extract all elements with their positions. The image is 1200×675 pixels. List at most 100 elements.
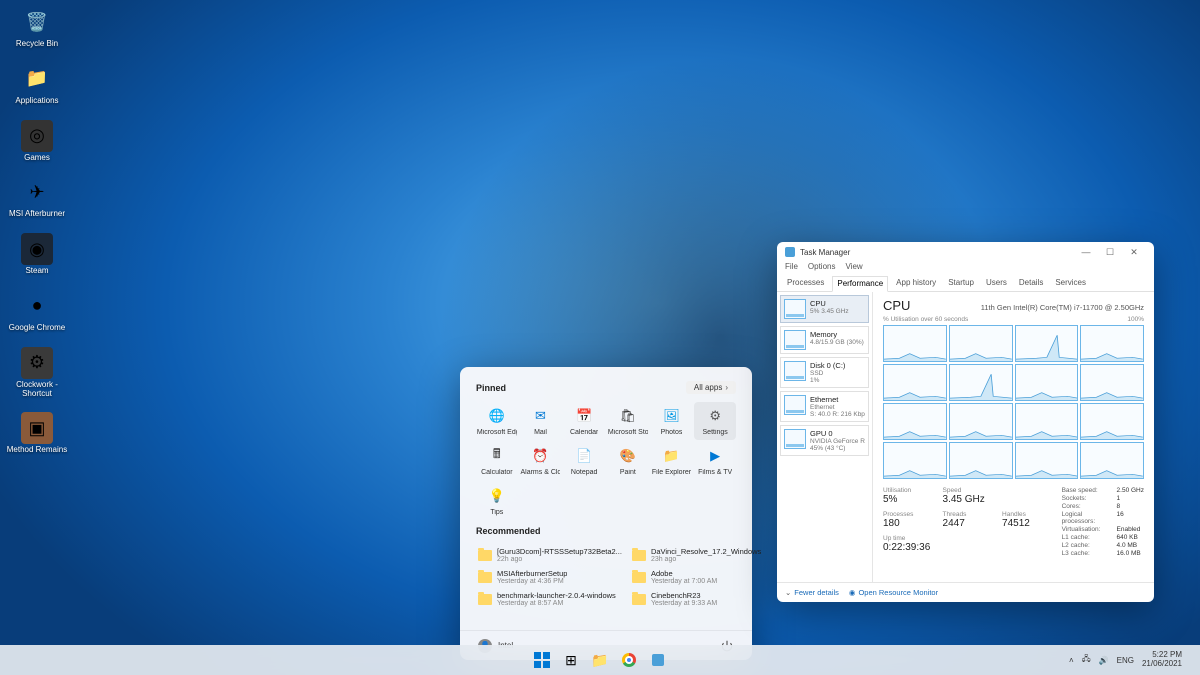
recommended-time: Yesterday at 9:33 AM	[651, 600, 717, 607]
pinned-app-file-explorer[interactable]: 📁File Explorer	[651, 442, 693, 480]
pinned-heading: Pinned	[476, 383, 506, 393]
perf-sidebar: CPU5% 3.45 GHz Memory4.8/15.9 GB (30%) Dis…	[777, 292, 873, 582]
core-graph-9	[949, 403, 1013, 440]
tab-startup[interactable]: Startup	[944, 276, 978, 291]
core-graph-5	[949, 364, 1013, 401]
tab-details[interactable]: Details	[1015, 276, 1047, 291]
menu-view[interactable]: View	[845, 262, 862, 276]
pinned-app-calculator[interactable]: 🖩Calculator	[476, 442, 518, 480]
tray-network-icon[interactable]: 🖧	[1082, 653, 1091, 667]
recommended-item-5[interactable]: CinebenchR23Yesterday at 9:33 AM	[630, 588, 763, 610]
pinned-app-label: Films & TV	[698, 469, 732, 476]
taskbar: ⊞ 📁 ˄ 🖧 🔊 ENG 5:22 PM 21/06/2021	[0, 645, 1200, 675]
all-apps-button[interactable]: All apps›	[686, 381, 736, 394]
taskbar-chrome[interactable]	[616, 647, 642, 673]
pinned-app-microsoft-edge[interactable]: 🌐Microsoft Edge	[476, 402, 518, 440]
pinned-app-paint[interactable]: 🎨Paint	[607, 442, 649, 480]
core-graph-1	[949, 325, 1013, 362]
tray-language[interactable]: ENG	[1117, 656, 1134, 665]
desktop-icon-1[interactable]: 📁Applications	[6, 63, 68, 106]
desktop-icon-6[interactable]: ⚙Clockwork - Shortcut	[6, 347, 68, 399]
menu-bar: File Options View	[777, 262, 1154, 276]
recommended-name: [Guru3Dcom]-RTSSSetup732Beta2...	[497, 547, 622, 556]
menu-file[interactable]: File	[785, 262, 798, 276]
core-graph-12	[883, 442, 947, 479]
folder-icon	[478, 572, 492, 583]
pinned-app-films-tv[interactable]: ▶Films & TV	[694, 442, 736, 480]
tray-clock[interactable]: 5:22 PM 21/06/2021	[1142, 651, 1182, 669]
menu-options[interactable]: Options	[808, 262, 836, 276]
folder-icon	[632, 594, 646, 605]
perf-side-cpu[interactable]: CPU5% 3.45 GHz	[780, 295, 869, 323]
start-button[interactable]	[529, 647, 555, 673]
pinned-app-calendar[interactable]: 📅Calendar	[563, 402, 605, 440]
taskbar-file-explorer[interactable]: 📁	[587, 647, 613, 673]
open-resource-monitor-link[interactable]: ◉ Open Resource Monitor	[849, 588, 938, 597]
tab-app-history[interactable]: App history	[892, 276, 940, 291]
pinned-app-microsoft-store[interactable]: 🛍Microsoft Store	[607, 402, 649, 440]
core-graph-13	[949, 442, 1013, 479]
recommended-time: Yesterday at 8:57 AM	[497, 600, 616, 607]
fewer-details-button[interactable]: ⌄ Fewer details	[785, 588, 839, 597]
mini-graph	[784, 429, 806, 449]
recommended-time: 23h ago	[651, 556, 761, 563]
pinned-app-tips[interactable]: 💡Tips	[476, 482, 518, 520]
perf-side-gpu-0[interactable]: GPU 0NVIDIA GeForce RTX ...45% (43 °C)	[780, 425, 869, 456]
core-graph-14	[1015, 442, 1079, 479]
desktop-icon-label: Applications	[15, 97, 58, 106]
tray-volume-icon[interactable]: 🔊	[1099, 656, 1109, 665]
recommended-item-3[interactable]: AdobeYesterday at 7:00 AM	[630, 566, 763, 588]
folder-icon	[478, 594, 492, 605]
desktop-icon-label: Recycle Bin	[16, 40, 58, 49]
pinned-app-notepad[interactable]: 📄Notepad	[563, 442, 605, 480]
pinned-app-label: Settings	[703, 429, 728, 436]
core-graph-11	[1080, 403, 1144, 440]
tray-chevron[interactable]: ˄	[1069, 656, 1074, 665]
tab-processes[interactable]: Processes	[783, 276, 828, 291]
pinned-app-mail[interactable]: ✉Mail	[520, 402, 562, 440]
recommended-name: MSIAfterburnerSetup	[497, 569, 567, 578]
close-button[interactable]: ✕	[1122, 243, 1146, 261]
recommended-item-0[interactable]: [Guru3Dcom]-RTSSSetup732Beta2...22h ago	[476, 544, 624, 566]
perf-side-disk-0-c-[interactable]: Disk 0 (C:)SSD1%	[780, 357, 869, 388]
recommended-item-1[interactable]: DaVinci_Resolve_17.2_Windows23h ago	[630, 544, 763, 566]
pinned-app-settings[interactable]: ⚙Settings	[694, 402, 736, 440]
mini-graph	[784, 299, 806, 319]
pinned-app-label: Microsoft Edge	[477, 429, 517, 436]
pinned-app-label: Calendar	[570, 429, 598, 436]
window-title: Task Manager	[800, 248, 850, 257]
recommended-item-2[interactable]: MSIAfterburnerSetupYesterday at 4:36 PM	[476, 566, 624, 588]
maximize-button[interactable]: ☐	[1098, 243, 1122, 261]
tab-performance[interactable]: Performance	[832, 276, 888, 292]
pinned-app-label: Calculator	[481, 469, 513, 476]
core-graph-7	[1080, 364, 1144, 401]
task-manager-window: Task Manager — ☐ ✕ File Options View Proce…	[777, 242, 1154, 602]
window-titlebar[interactable]: Task Manager — ☐ ✕	[777, 242, 1154, 262]
desktop-icon-2[interactable]: ◎Games	[6, 120, 68, 163]
task-manager-icon	[785, 247, 795, 257]
pinned-app-label: Notepad	[571, 469, 597, 476]
desktop-icon-0[interactable]: 🗑️Recycle Bin	[6, 6, 68, 49]
core-graph-4	[883, 364, 947, 401]
desktop-icon-5[interactable]: ●Google Chrome	[6, 290, 68, 333]
desktop-icon-4[interactable]: ◉Steam	[6, 233, 68, 276]
pinned-app-label: Microsoft Store	[608, 429, 648, 436]
tab-services[interactable]: Services	[1051, 276, 1090, 291]
util-label: % Utilisation over 60 seconds	[883, 316, 968, 323]
taskbar-task-manager[interactable]	[645, 647, 671, 673]
cpu-model: 11th Gen Intel(R) Core(TM) i7-11700 @ 2.…	[981, 303, 1144, 312]
desktop-icon-label: Steam	[25, 267, 48, 276]
pinned-app-alarms-clock[interactable]: ⏰Alarms & Clock	[520, 442, 562, 480]
pinned-app-photos[interactable]: 🖼Photos	[651, 402, 693, 440]
taskbar-task-view[interactable]: ⊞	[558, 647, 584, 673]
minimize-button[interactable]: —	[1074, 243, 1098, 261]
recommended-time: Yesterday at 7:00 AM	[651, 578, 717, 585]
pinned-app-label: Paint	[620, 469, 636, 476]
desktop-icon-3[interactable]: ✈MSI Afterburner	[6, 176, 68, 219]
recommended-heading: Recommended	[476, 526, 541, 536]
desktop-icon-7[interactable]: ▣Method Remains	[6, 412, 68, 455]
recommended-item-4[interactable]: benchmark-launcher-2.0.4-windowsYesterda…	[476, 588, 624, 610]
perf-side-memory[interactable]: Memory4.8/15.9 GB (30%)	[780, 326, 869, 354]
tab-users[interactable]: Users	[982, 276, 1011, 291]
perf-side-ethernet[interactable]: EthernetEthernetS: 40.0 R: 216 Kbps	[780, 391, 869, 422]
